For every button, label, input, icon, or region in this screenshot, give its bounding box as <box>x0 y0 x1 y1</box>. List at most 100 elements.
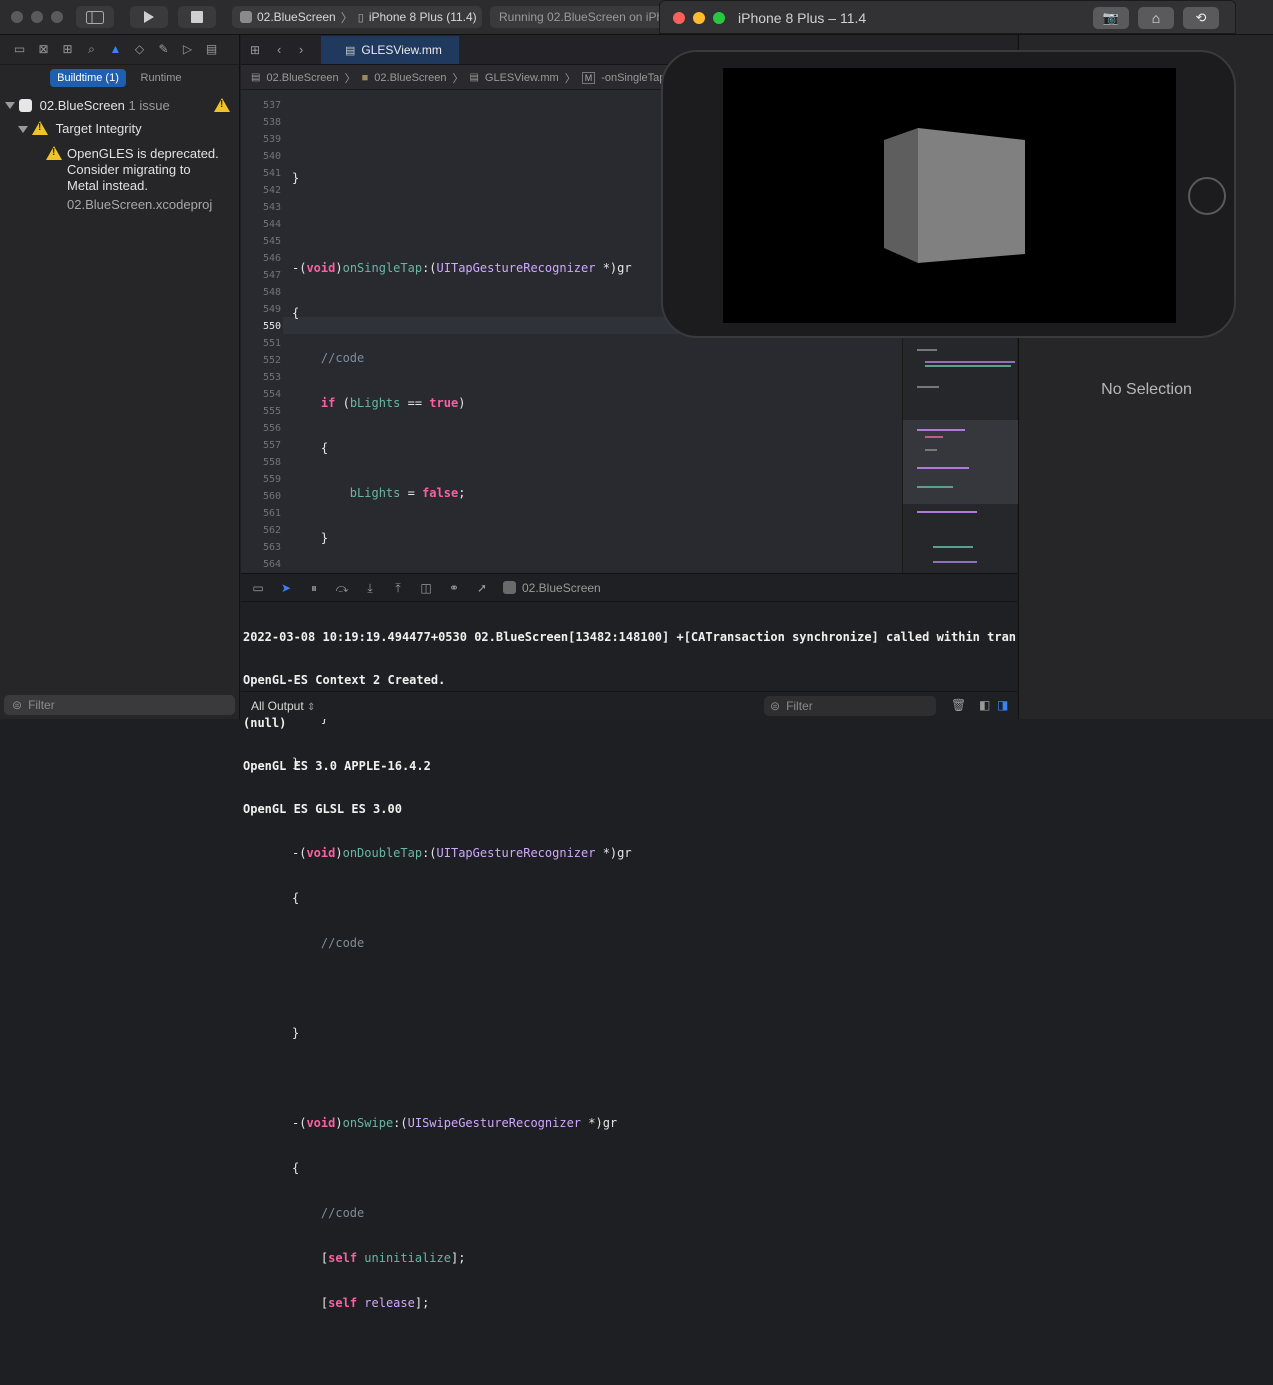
source-control-icon[interactable]: ⊠ <box>36 43 51 56</box>
issue-item[interactable]: OpenGLES is deprecated. Consider migrati… <box>67 146 219 213</box>
trash-icon[interactable]: 🗑 <box>951 698 966 712</box>
device-home-button[interactable] <box>1188 177 1226 215</box>
issue-count: 1 issue <box>128 98 170 113</box>
minimize-window-button[interactable] <box>31 11 43 23</box>
line-number: 551 <box>262 338 281 349</box>
debug-target-name: 02.BlueScreen <box>522 580 601 595</box>
filter-placeholder: Filter <box>786 699 813 713</box>
console-line: OpenGL-ES Context 2 Created. <box>243 673 446 687</box>
minimize-window-button[interactable] <box>693 12 705 24</box>
minimap-line <box>925 365 1011 367</box>
step-over-icon[interactable]: ⤼ <box>335 581 349 595</box>
line-number: 562 <box>262 525 281 536</box>
grid-icon[interactable]: ⊞ <box>250 43 260 57</box>
location-icon[interactable]: ➚ <box>475 581 489 595</box>
sidebar-icon <box>86 10 104 24</box>
line-number: 560 <box>262 491 281 502</box>
minimap-line <box>917 386 939 388</box>
home-button[interactable]: ⌂ <box>1138 7 1174 29</box>
line-number: 563 <box>262 542 281 553</box>
symbol-icon[interactable]: ⊞ <box>60 43 75 56</box>
disclosure-triangle-icon[interactable] <box>5 102 15 109</box>
issue-icon[interactable]: ▲ <box>108 43 123 56</box>
navigator-tabs: ▭ ⊠ ⊞ ⌕ ▲ ◇ ✎ ▷ ▤ <box>0 35 239 65</box>
screenshot-button[interactable]: 📷 <box>1093 7 1129 29</box>
breadcrumb-item[interactable]: GLESView.mm <box>485 72 559 84</box>
report-icon[interactable]: ▤ <box>204 43 219 56</box>
issue-text-line: Metal instead. <box>67 178 148 193</box>
debug-icon[interactable]: ✎ <box>156 43 171 56</box>
breadcrumb-item[interactable]: 02.BlueScreen <box>266 72 338 84</box>
view-hierarchy-icon[interactable]: ◫ <box>419 581 433 595</box>
line-number: 540 <box>262 151 281 162</box>
line-number: 541 <box>262 168 281 179</box>
breakpoints-icon[interactable]: ➤ <box>279 581 293 595</box>
line-number: 555 <box>262 406 281 417</box>
warning-icon <box>214 98 230 117</box>
close-window-button[interactable] <box>11 11 23 23</box>
stop-icon <box>191 11 203 23</box>
issue-text-line: Consider migrating to <box>67 162 191 177</box>
output-selector[interactable]: All Output ⇕ <box>251 699 315 713</box>
step-out-icon[interactable]: ⤒ <box>391 581 405 595</box>
issue-navigator: ▭ ⊠ ⊞ ⌕ ▲ ◇ ✎ ▷ ▤ Buildtime (1) Runtime … <box>0 35 240 719</box>
console-footer: All Output ⇕ ⊜ Filter 🗑 ◧ ◨ <box>241 691 1017 719</box>
issue-project-row[interactable]: 02.BlueScreen 1 issue <box>19 98 170 113</box>
device-screen[interactable] <box>723 68 1176 323</box>
code-line: if (bLights == true) <box>320 396 466 410</box>
split-right-icon[interactable]: ◨ <box>997 698 1008 712</box>
zoom-window-button[interactable] <box>51 11 63 23</box>
rotate-button[interactable]: ⟲ <box>1183 7 1219 29</box>
code-line: //code <box>320 936 365 950</box>
scheme-selector[interactable]: 02.BlueScreen 〉 ▯ iPhone 8 Plus (11.4) <box>232 6 482 28</box>
zoom-window-button[interactable] <box>713 12 725 24</box>
app-icon <box>240 11 252 23</box>
tab-glesview[interactable]: ▤ GLESView.mm <box>321 36 459 64</box>
navigator-filter[interactable]: ⊜ Filter <box>4 695 235 715</box>
line-number: 549 <box>262 304 281 315</box>
line-number: 539 <box>262 134 281 145</box>
minimap-line <box>917 486 953 488</box>
project-icon: ▤ <box>251 72 261 83</box>
pause-icon[interactable]: ⏸ <box>307 581 321 595</box>
line-number: 547 <box>262 270 281 281</box>
test-icon[interactable]: ◇ <box>132 43 147 56</box>
console-filter[interactable]: ⊜ Filter <box>764 696 936 716</box>
search-icon[interactable]: ⌕ <box>84 43 99 56</box>
forward-icon[interactable]: › <box>299 42 303 57</box>
simulator-window: iPhone 8 Plus – 11.4 📷 ⌂ ⟲ <box>659 0 1236 340</box>
debug-target: 02.BlueScreen <box>503 581 601 595</box>
code-line: [self uninitialize]; <box>320 1251 466 1265</box>
toggle-navigator-button[interactable] <box>76 6 114 28</box>
back-icon[interactable]: ‹ <box>277 42 281 57</box>
opengl-cube-render <box>884 128 1025 263</box>
chevron-right-icon: 〉 <box>344 72 356 85</box>
breakpoint-icon[interactable]: ▷ <box>180 43 195 56</box>
close-window-button[interactable] <box>673 12 685 24</box>
segment-buildtime[interactable]: Buildtime (1) <box>50 69 126 87</box>
folder-icon[interactable]: ▭ <box>12 43 27 56</box>
minimap-line <box>917 349 937 351</box>
debug-area: ▭ ➤ ⏸ ⤼ ⤓ ⤒ ◫ ⚭ ➚ 02.BlueScreen 2022-03-… <box>241 573 1017 816</box>
console-line: OpenGL ES 3.0 APPLE-16.4.2 <box>243 759 431 773</box>
stop-button[interactable] <box>178 6 216 28</box>
segment-runtime[interactable]: Runtime <box>130 69 192 87</box>
line-number: 558 <box>262 457 281 468</box>
disclosure-triangle-icon[interactable] <box>18 126 28 133</box>
warning-icon <box>32 121 48 136</box>
line-number: 543 <box>262 202 281 213</box>
breadcrumb-item[interactable]: 02.BlueScreen <box>374 72 446 84</box>
hide-debug-icon[interactable]: ▭ <box>251 581 265 595</box>
memory-graph-icon[interactable]: ⚭ <box>447 581 461 595</box>
code-line: //code <box>320 1206 365 1220</box>
step-into-icon[interactable]: ⤓ <box>363 581 377 595</box>
run-button[interactable] <box>130 6 168 28</box>
minimap-line <box>925 436 943 438</box>
console-output[interactable]: 2022-03-08 10:19:19.494477+0530 02.BlueS… <box>243 602 1017 845</box>
line-number: 548 <box>262 287 281 298</box>
scheme-name: 02.BlueScreen <box>257 10 336 24</box>
split-left-icon[interactable]: ◧ <box>979 698 990 712</box>
issue-group-row[interactable]: Target Integrity <box>32 121 142 136</box>
